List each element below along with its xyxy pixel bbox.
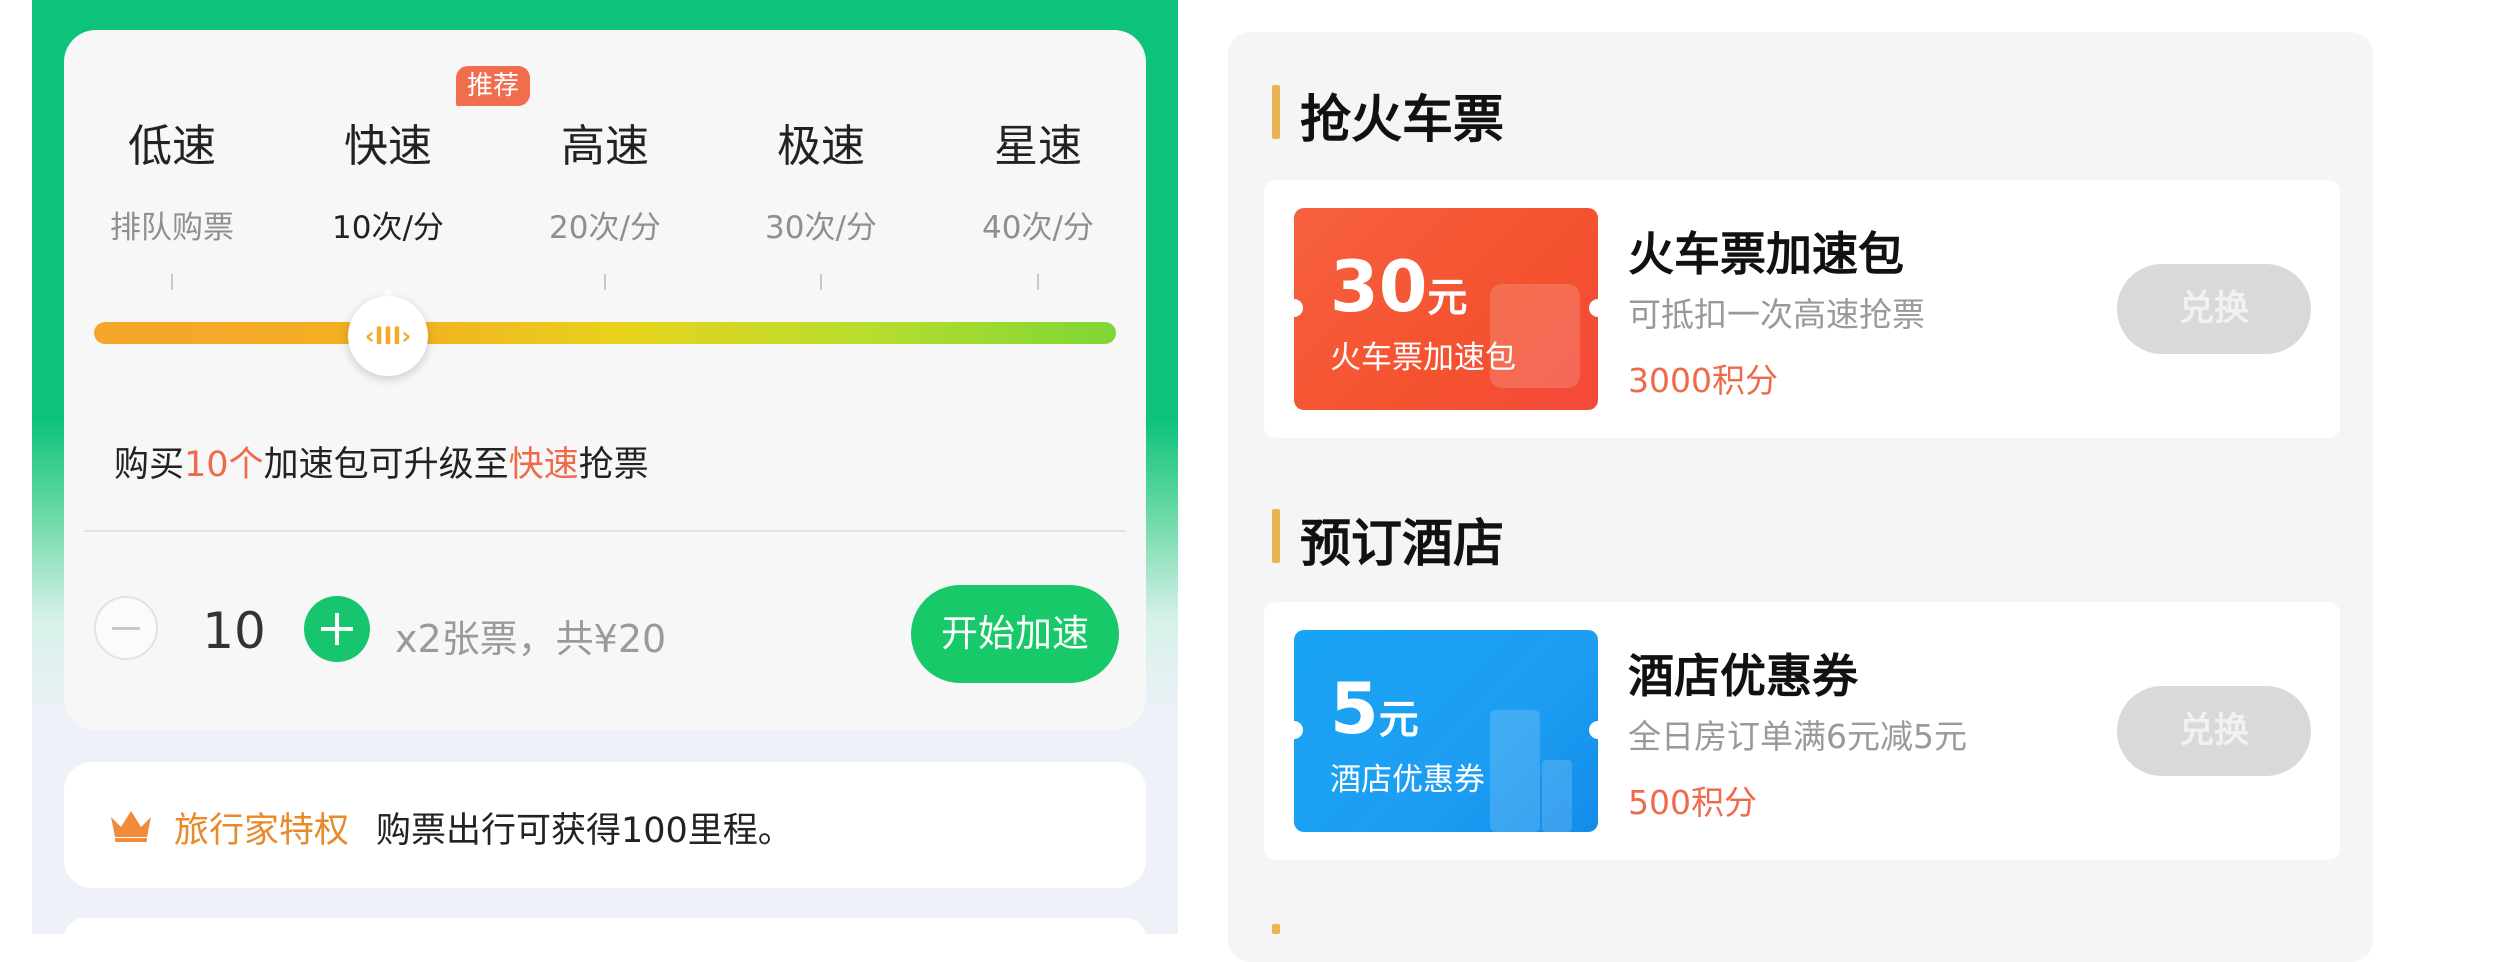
product-title: 酒店优惠券 xyxy=(1628,649,1858,703)
coupon-amount-unit: 元 xyxy=(1427,275,1468,321)
hotel-watermark-icon xyxy=(1490,710,1540,832)
points-mall-panel: 抢火车票 30元 火车票加速包 火车票加速包 可抵扣一次高速抢票 3000积分 … xyxy=(1228,32,2373,962)
product-desc: 全日房订单满6元减5元 xyxy=(1628,717,1967,756)
upgrade-hint-prefix: 购买 xyxy=(114,445,185,485)
coupon-hotel: 5元 酒店优惠券 xyxy=(1294,630,1598,832)
speed-level-name: 极速 xyxy=(777,121,865,172)
coupon-amount: 5元 xyxy=(1330,668,1419,750)
privilege-title: 旅行家特权 xyxy=(174,811,350,851)
slider-tick xyxy=(604,274,606,290)
speed-level-name: 星速 xyxy=(994,121,1082,172)
coupon-name: 火车票加速包 xyxy=(1330,340,1516,376)
slider-tick xyxy=(171,274,173,290)
speed-level-rate: 排队购票 xyxy=(110,210,234,246)
hotel-watermark-icon-annex xyxy=(1542,760,1572,832)
product-points: 500积分 xyxy=(1628,783,1757,822)
speed-panel: 低速 排队购票 快速 10次/分 高速 20次/分 极速 30次/分 星速 40… xyxy=(32,0,1178,934)
speed-card: 低速 排队购票 快速 10次/分 高速 20次/分 极速 30次/分 星速 40… xyxy=(64,30,1146,730)
speed-level-rate: 20次/分 xyxy=(549,210,661,246)
speed-slider-thumb[interactable]: ‹III› xyxy=(348,296,428,376)
quantity-value: 10 xyxy=(202,602,266,660)
total-price: x2张票，共¥20 xyxy=(395,617,667,661)
decrease-button[interactable] xyxy=(94,596,158,660)
coupon-name: 酒店优惠券 xyxy=(1330,762,1485,798)
section-bar-next xyxy=(1272,924,1280,934)
crown-icon xyxy=(111,811,151,842)
section-title-hotel: 预订酒店 xyxy=(1300,515,1505,574)
coupon-notch xyxy=(1589,721,1598,739)
speed-level-name: 高速 xyxy=(561,121,649,172)
slider-tick xyxy=(820,274,822,290)
coupon-notch xyxy=(1294,299,1303,317)
speed-level-name: 快速 xyxy=(344,121,432,172)
next-card xyxy=(64,918,1146,934)
upgrade-hint-count: 10个 xyxy=(184,445,264,485)
upgrade-hint: 购买10个加速包可升级至快速抢票 xyxy=(114,436,649,487)
coupon-notch xyxy=(1294,721,1303,739)
coupon-train: 30元 火车票加速包 xyxy=(1294,208,1598,410)
privilege-text: 购票出行可获得100里程。 xyxy=(376,811,793,851)
divider xyxy=(84,530,1126,532)
plus-icon-vertical xyxy=(335,613,339,645)
speed-level-name: 低速 xyxy=(128,121,216,172)
recommend-badge: 推荐 xyxy=(456,66,530,106)
upgrade-hint-middle: 加速包可升级至 xyxy=(263,445,509,485)
section-title-train: 抢火车票 xyxy=(1300,91,1505,150)
redeem-button[interactable]: 兑换 xyxy=(2117,264,2311,354)
speed-level-rate: 30次/分 xyxy=(765,210,877,246)
coupon-amount-value: 5 xyxy=(1330,668,1379,750)
speed-level-rate: 10次/分 xyxy=(332,210,444,246)
section-bar xyxy=(1272,85,1280,139)
product-points: 3000积分 xyxy=(1628,361,1778,400)
speed-slider-track[interactable] xyxy=(94,322,1116,344)
product-card-train[interactable]: 30元 火车票加速包 火车票加速包 可抵扣一次高速抢票 3000积分 兑换 xyxy=(1264,180,2340,438)
coupon-notch xyxy=(1589,299,1598,317)
coupon-amount: 30元 xyxy=(1330,246,1467,328)
coupon-amount-unit: 元 xyxy=(1378,697,1419,743)
slider-tick xyxy=(1037,274,1039,290)
product-card-hotel[interactable]: 5元 酒店优惠券 酒店优惠券 全日房订单满6元减5元 500积分 兑换 xyxy=(1264,602,2340,860)
section-bar xyxy=(1272,509,1280,563)
minus-icon xyxy=(112,627,140,630)
coupon-amount-value: 30 xyxy=(1330,246,1428,328)
product-title: 火车票加速包 xyxy=(1628,227,1904,281)
start-accelerate-button[interactable]: 开始加速 xyxy=(911,585,1119,683)
increase-button[interactable] xyxy=(304,596,370,662)
upgrade-hint-suffix: 抢票 xyxy=(578,445,649,485)
upgrade-hint-level: 快速 xyxy=(508,445,579,485)
speed-level-rate: 40次/分 xyxy=(982,210,1094,246)
traveler-privilege-card[interactable]: 旅行家特权 购票出行可获得100里程。 xyxy=(64,762,1146,888)
product-desc: 可抵扣一次高速抢票 xyxy=(1628,295,1925,334)
redeem-button[interactable]: 兑换 xyxy=(2117,686,2311,776)
